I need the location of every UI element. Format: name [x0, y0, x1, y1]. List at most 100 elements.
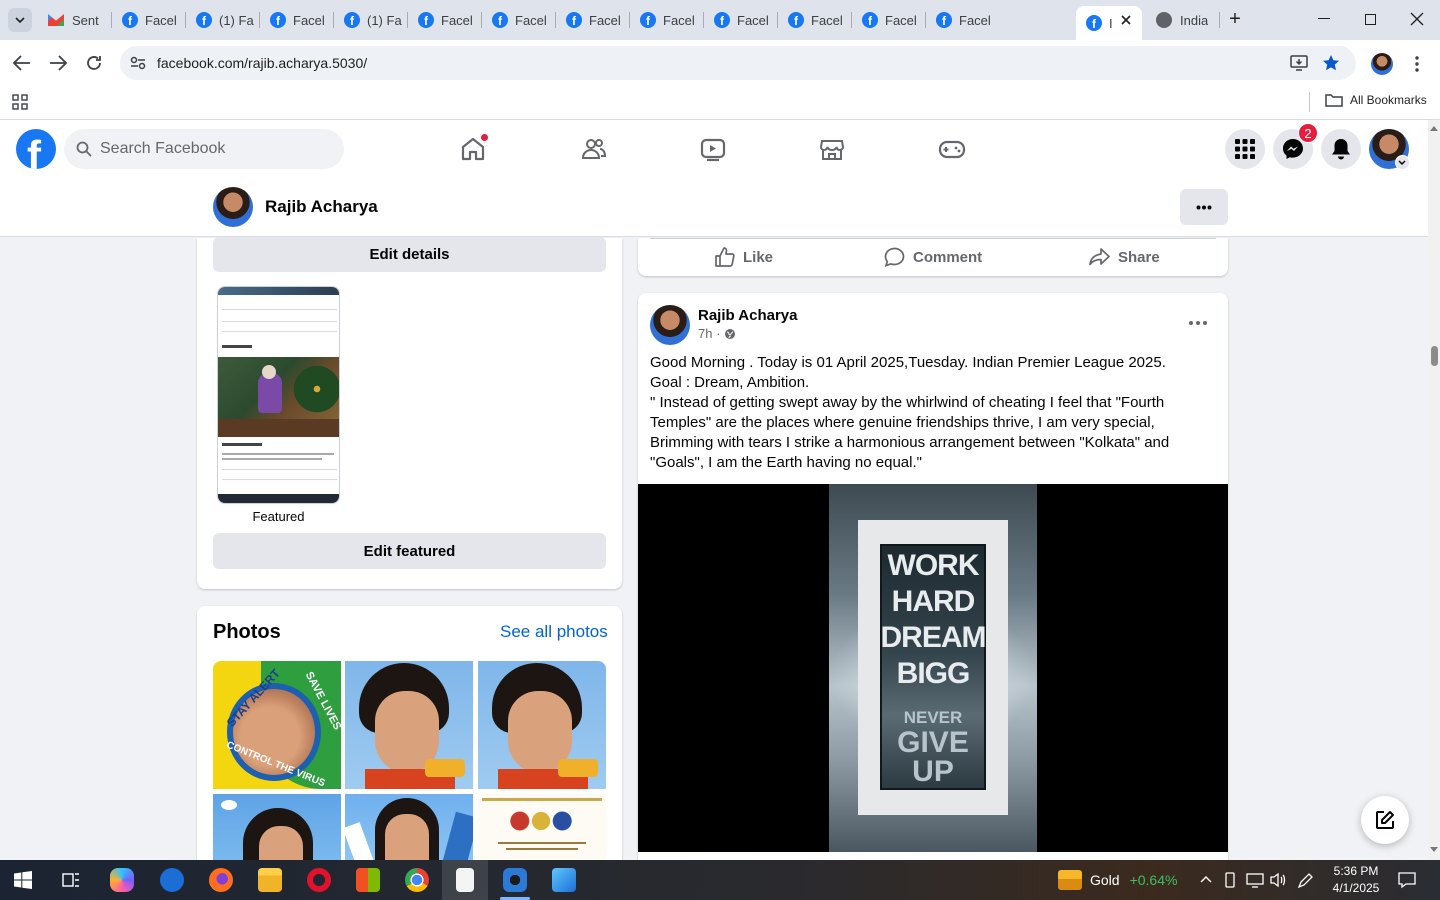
profile-bar-name[interactable]: Rajib Acharya [265, 197, 378, 217]
browser-tab[interactable]: f Facel [852, 6, 926, 34]
post-author-avatar[interactable] [650, 305, 690, 345]
scroll-up-icon[interactable] [1430, 125, 1438, 131]
post-timestamp[interactable]: 7h · [698, 326, 736, 341]
forward-arrow-icon[interactable] [49, 55, 67, 71]
post-options-button[interactable] [1184, 313, 1212, 333]
maximize-button[interactable] [1365, 14, 1376, 25]
browser-tab[interactable]: f (1) Fa [334, 6, 408, 34]
bell-icon [1332, 139, 1350, 160]
network-icon[interactable] [1246, 872, 1264, 888]
featured-thumbnail[interactable] [217, 286, 340, 504]
microsoft-store-icon[interactable] [356, 868, 380, 892]
notifications-button[interactable] [1321, 129, 1361, 169]
photos-app-icon[interactable] [552, 868, 576, 892]
menu-grid-button[interactable] [1225, 129, 1265, 169]
file-explorer-icon[interactable] [258, 868, 282, 892]
photo-thumbnail[interactable] [478, 794, 606, 860]
browser-tab[interactable]: f Facel [704, 6, 778, 34]
app-icon[interactable] [160, 868, 184, 892]
firefox-icon[interactable] [209, 868, 233, 892]
image-text-line: GIVE [897, 726, 969, 759]
close-tab-icon[interactable] [1120, 14, 1132, 26]
watch-video-icon[interactable] [696, 132, 730, 166]
photo-thumbnail[interactable] [345, 661, 473, 789]
post-author-name[interactable]: Rajib Acharya [698, 307, 798, 324]
account-dropdown-badge[interactable] [1395, 155, 1410, 170]
photos-title[interactable]: Photos [213, 621, 281, 644]
facebook-icon: f [122, 12, 138, 28]
media-app-icon[interactable] [503, 868, 527, 892]
bookmark-star-icon[interactable] [1322, 54, 1340, 72]
opera-icon[interactable] [307, 868, 331, 892]
notification-center-icon[interactable] [1398, 871, 1416, 889]
share-button[interactable]: Share [1089, 246, 1160, 268]
browser-tab[interactable]: Sent [38, 6, 112, 34]
url-text[interactable]: facebook.com/rajib.acharya.5030/ [157, 55, 367, 71]
notepad-icon[interactable] [456, 868, 474, 892]
pen-icon[interactable] [1297, 871, 1315, 889]
copilot-icon[interactable] [110, 868, 134, 892]
browser-tab[interactable]: f Facel [630, 6, 704, 34]
close-icon [1410, 12, 1424, 26]
volume-icon[interactable] [1269, 872, 1287, 888]
comment-button[interactable]: Comment [884, 246, 982, 268]
windows-start-icon[interactable] [14, 871, 32, 889]
friends-icon[interactable] [576, 132, 610, 166]
photo-thumbnail[interactable] [345, 794, 473, 860]
apps-grid-icon[interactable] [12, 94, 28, 110]
like-button[interactable]: Like [714, 246, 773, 268]
image-text-line: WORK [887, 549, 980, 582]
task-view-icon[interactable] [62, 871, 80, 889]
actions-divider [650, 238, 1216, 239]
chrome-menu-button[interactable] [1414, 54, 1420, 74]
back-arrow-icon[interactable] [13, 55, 31, 71]
all-bookmarks-button[interactable]: All Bookmarks [1325, 93, 1427, 107]
chrome-profile-avatar[interactable] [1371, 53, 1393, 75]
profile-bar-avatar[interactable] [213, 187, 253, 227]
browser-tab[interactable]: f Facel [408, 6, 482, 34]
browser-tab[interactable]: fI [1076, 6, 1142, 40]
browser-tab[interactable]: f (1) Fa [186, 6, 260, 34]
search-facebook-input[interactable]: Search Facebook [64, 129, 344, 169]
tab-search-button[interactable] [8, 8, 32, 32]
edit-featured-button[interactable]: Edit featured [213, 533, 606, 569]
photo-thumbnail[interactable] [478, 661, 606, 789]
reload-icon[interactable] [85, 54, 103, 72]
site-settings-icon[interactable] [130, 56, 146, 70]
bookmarks-divider [1309, 92, 1310, 112]
chrome-icon[interactable] [405, 868, 429, 892]
scroll-down-icon[interactable] [1430, 847, 1438, 853]
clock[interactable]: 5:36 PM 4/1/2025 [1326, 863, 1386, 897]
browser-tab[interactable]: f Facel [482, 6, 556, 34]
browser-tab[interactable]: f Facel [112, 6, 186, 34]
marketplace-icon[interactable] [815, 132, 849, 166]
browser-tab[interactable]: f Facel [260, 6, 334, 34]
photo-thumbnail[interactable] [213, 794, 341, 860]
tab-title: Facel [885, 12, 917, 28]
new-tab-button[interactable]: + [1224, 8, 1246, 30]
facebook-icon: f [936, 12, 952, 28]
edit-details-button[interactable]: Edit details [213, 237, 606, 272]
see-all-photos-link[interactable]: See all photos [500, 622, 608, 642]
browser-tab[interactable]: f Facel [926, 6, 1000, 34]
browser-tab[interactable]: f Facel [778, 6, 852, 34]
browser-tab[interactable]: f Facel [556, 6, 630, 34]
close-window-button[interactable] [1408, 10, 1426, 28]
new-message-button[interactable] [1361, 796, 1409, 844]
profile-more-button[interactable] [1180, 189, 1228, 225]
tab-title: Facel [737, 12, 769, 28]
tab-title: Facel [441, 12, 473, 28]
facebook-logo[interactable]: f [16, 129, 56, 169]
minimize-button[interactable] [1318, 18, 1330, 19]
gaming-icon[interactable] [935, 132, 969, 166]
post-image[interactable]: WORK HARD DREAM BIGG NEVER GIVE UP [638, 484, 1228, 852]
scrollbar-thumb[interactable] [1431, 346, 1438, 366]
gold-widget[interactable]: Gold +0.64% [1058, 870, 1177, 890]
address-bar[interactable]: facebook.com/rajib.acharya.5030/ [120, 46, 1356, 80]
browser-tab[interactable]: India [1146, 6, 1220, 34]
device-icon[interactable] [1223, 872, 1237, 888]
page-scrollbar[interactable] [1428, 120, 1440, 860]
photo-thumbnail[interactable]: STAY ALERT SAVE LIVES CONTROL THE VIRUS [213, 661, 341, 789]
show-hidden-icons-icon[interactable] [1200, 875, 1212, 883]
install-app-icon[interactable] [1290, 55, 1308, 71]
